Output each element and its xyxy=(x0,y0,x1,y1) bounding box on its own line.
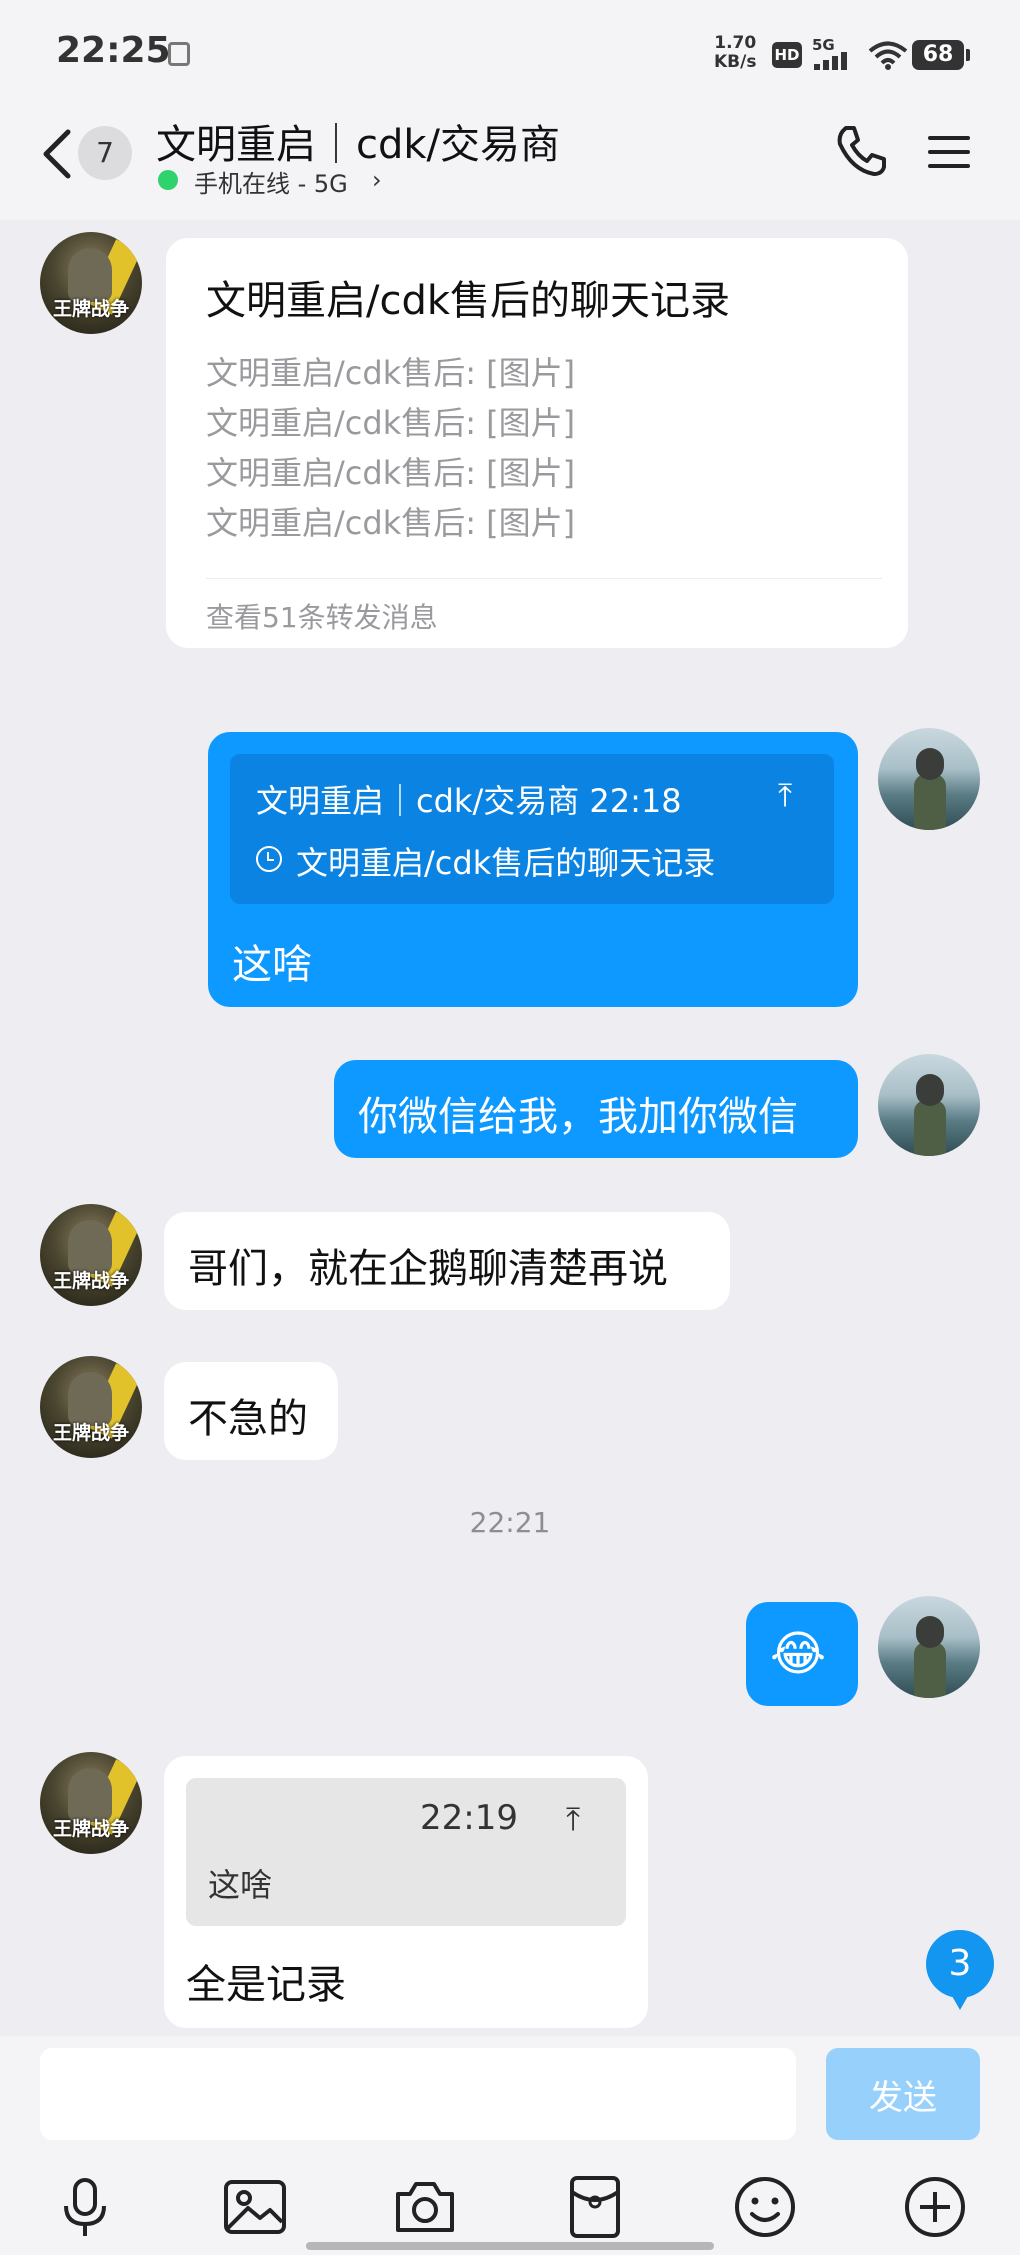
chat-title[interactable]: 文明重启｜cdk/交易商 xyxy=(156,112,560,170)
avatar-logo-text: 王牌战争 xyxy=(52,298,129,320)
plus-icon[interactable] xyxy=(902,2174,968,2240)
online-status[interactable]: 手机在线 - 5G xyxy=(194,164,348,199)
image-icon[interactable] xyxy=(222,2174,288,2240)
forwarded-line: 文明重启/cdk售后: [图片] xyxy=(206,504,576,542)
contact-avatar[interactable]: 王牌战争 xyxy=(40,1204,142,1306)
forwarded-chat-title: 文明重启/cdk售后的聊天记录 xyxy=(206,278,731,324)
quoted-message[interactable]: 22:19 ⤒ 这啥 xyxy=(186,1778,626,1926)
contact-avatar[interactable]: 王牌战争 xyxy=(40,1752,142,1854)
send-button[interactable]: 发送 xyxy=(826,2048,980,2140)
message-text: 你微信给我，我加你微信 xyxy=(358,1094,798,1140)
unread-count-badge[interactable]: 7 xyxy=(78,126,132,180)
contact-avatar[interactable]: 王牌战争 xyxy=(40,1356,142,1458)
received-reply-bubble[interactable]: 22:19 ⤒ 这啥 全是记录 xyxy=(164,1756,648,2028)
network-speed-unit: KB/s xyxy=(714,52,757,72)
forwarded-line: 文明重启/cdk售后: [图片] xyxy=(206,404,576,442)
home-indicator[interactable] xyxy=(306,2242,714,2250)
my-avatar[interactable] xyxy=(878,728,980,830)
laughing-emoji-icon: 😂 xyxy=(770,1626,827,1682)
cellular-signal-icon: 5G xyxy=(812,36,854,70)
hd-icon: HD xyxy=(772,42,802,68)
divider xyxy=(206,578,882,579)
wifi-icon xyxy=(868,41,908,70)
received-message-bubble[interactable]: 哥们，就在企鹅聊清楚再说 xyxy=(164,1212,730,1310)
my-avatar[interactable] xyxy=(878,1596,980,1698)
online-status-dot xyxy=(158,170,178,190)
quoted-message[interactable]: 文明重启｜cdk/交易商 22:18 ⤒ 文明重启/cdk售后的聊天记录 xyxy=(230,754,834,904)
sent-emoji-bubble[interactable]: 😂 xyxy=(746,1602,858,1706)
emoji-icon[interactable] xyxy=(732,2174,798,2240)
sent-reply-bubble[interactable]: 文明重启｜cdk/交易商 22:18 ⤒ 文明重启/cdk售后的聊天记录 这啥 xyxy=(208,732,858,1007)
new-messages-badge[interactable]: 3 xyxy=(926,1930,994,2010)
sent-message-bubble[interactable]: 你微信给我，我加你微信 xyxy=(334,1060,858,1158)
contact-avatar[interactable]: 王牌战争 xyxy=(40,232,142,334)
jump-to-quote-icon[interactable]: ⤒ xyxy=(778,776,792,815)
message-text: 这啥 xyxy=(232,942,312,988)
back-icon[interactable] xyxy=(38,124,78,184)
notification-doc-icon xyxy=(168,42,190,66)
avatar-logo-text: 王牌战争 xyxy=(52,1818,129,1840)
network-speed: 1.70 KB/s xyxy=(714,34,756,72)
chevron-right-icon[interactable]: › xyxy=(372,166,382,194)
network-speed-value: 1.70 xyxy=(714,33,757,53)
avatar-logo-text: 王牌战争 xyxy=(52,1422,129,1444)
red-packet-icon[interactable] xyxy=(562,2174,628,2240)
camera-icon[interactable] xyxy=(392,2174,458,2240)
chat-header: 7 文明重启｜cdk/交易商 手机在线 - 5G › xyxy=(0,100,1020,220)
message-timestamp: 22:21 xyxy=(469,1506,551,1539)
status-bar: 22:25 1.70 KB/s HD 5G 68 xyxy=(0,0,1020,100)
quote-content: 这啥 xyxy=(208,1866,273,1904)
input-bar: 发送 xyxy=(0,2036,1020,2255)
message-text: 全是记录 xyxy=(186,1962,346,2008)
phone-icon[interactable] xyxy=(832,122,890,180)
message-input[interactable] xyxy=(40,2048,796,2140)
status-time: 22:25 xyxy=(56,30,171,71)
quote-content: 文明重启/cdk售后的聊天记录 xyxy=(296,844,716,882)
forwarded-line: 文明重启/cdk售后: [图片] xyxy=(206,454,576,492)
quote-header: 文明重启｜cdk/交易商 22:18 xyxy=(256,782,682,820)
avatar-logo-text: 王牌战争 xyxy=(52,1270,129,1292)
battery-icon: 68 xyxy=(912,40,970,70)
quote-time: 22:19 xyxy=(420,1798,518,1838)
my-avatar[interactable] xyxy=(878,1054,980,1156)
received-message-bubble[interactable]: 不急的 xyxy=(164,1362,338,1460)
forwarded-chat-card[interactable]: 文明重启/cdk售后的聊天记录 文明重启/cdk售后: [图片] 文明重启/cd… xyxy=(166,238,908,648)
view-forwarded-messages-link[interactable]: 查看51条转发消息 xyxy=(206,596,438,636)
message-text: 不急的 xyxy=(188,1396,308,1442)
clock-icon xyxy=(256,846,282,872)
menu-icon[interactable] xyxy=(924,130,974,174)
signal-label: 5G xyxy=(812,36,835,54)
forwarded-line: 文明重启/cdk售后: [图片] xyxy=(206,354,576,392)
message-text: 哥们，就在企鹅聊清楚再说 xyxy=(188,1246,668,1292)
jump-to-quote-icon[interactable]: ⤒ xyxy=(566,1800,580,1839)
microphone-icon[interactable] xyxy=(52,2174,118,2240)
